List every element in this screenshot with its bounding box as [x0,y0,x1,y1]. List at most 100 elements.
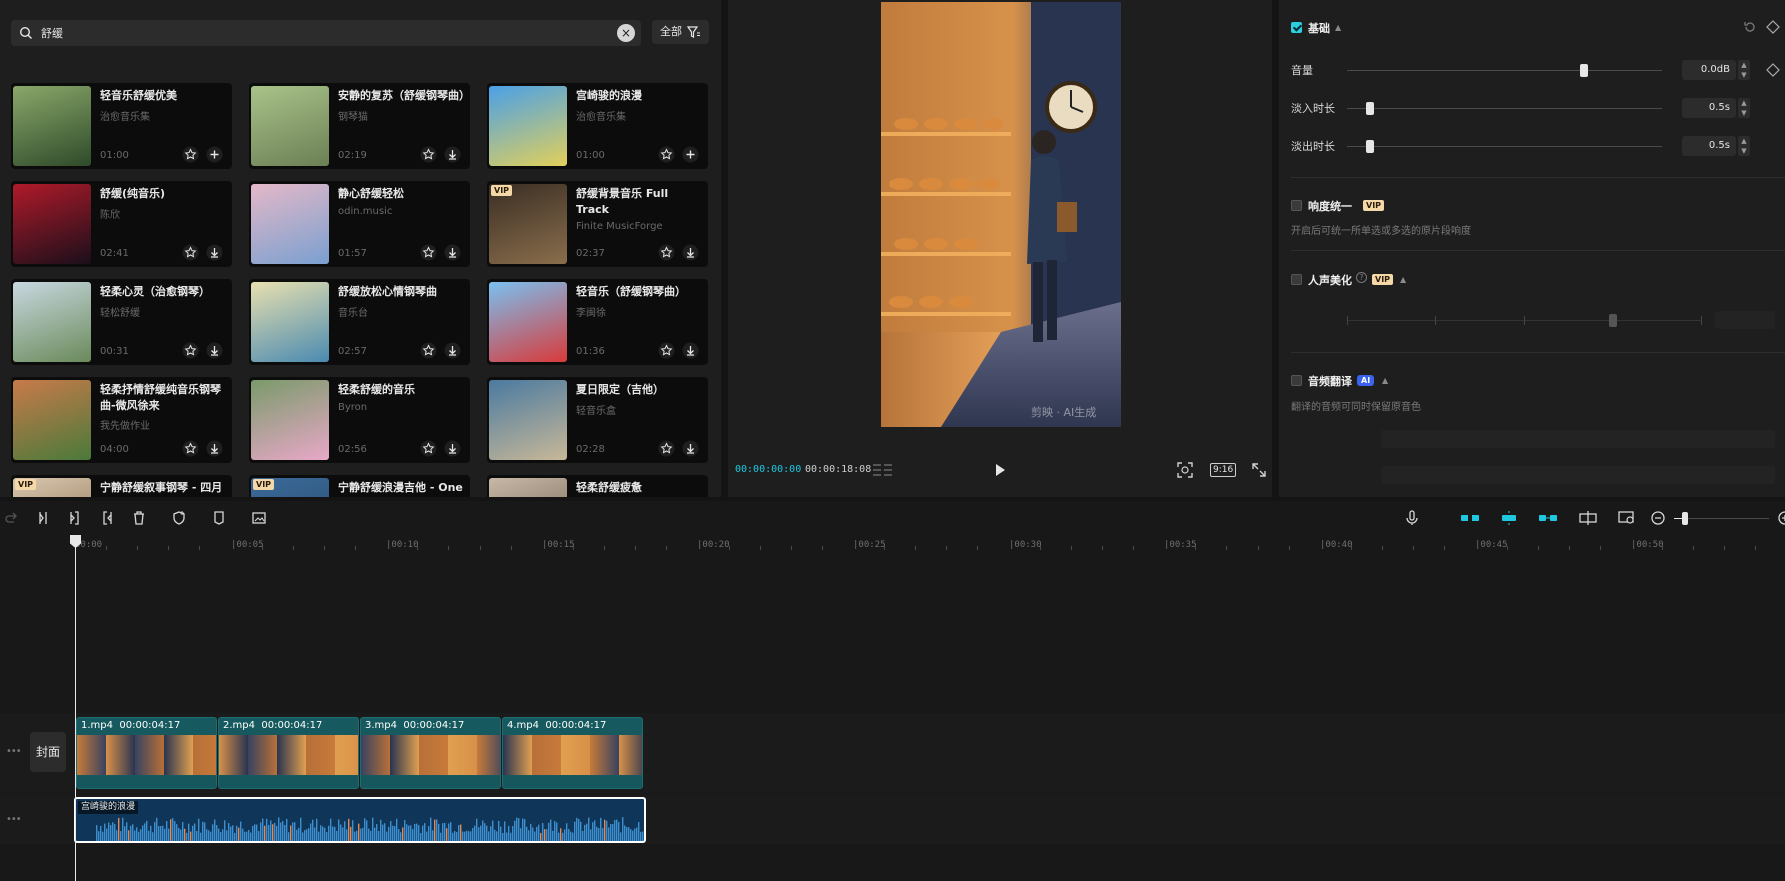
preview-axis-icon[interactable] [1578,510,1598,526]
audio-translate-checkbox[interactable] [1291,375,1302,386]
aspect-ratio-button[interactable]: 9:16 [1210,463,1237,477]
time-ruler[interactable]: 00:00 |00:05 |00:10 |00:15 |00:20 |00:25 |00:3… [75,537,1785,555]
music-card[interactable]: VIP 舒缓背景音乐 Full Track Finite MusicForge 02:… [487,181,708,267]
volume-slider[interactable] [1347,64,1662,77]
music-card[interactable]: 安静的复苏（舒缓钢琴曲） 钢琴猫 02:19 [249,83,470,169]
cover-thumbnail[interactable] [251,184,329,264]
cover-thumbnail[interactable] [489,478,567,497]
favorite-star-icon[interactable] [182,146,199,163]
track-menu-icon[interactable]: ••• [6,746,22,757]
music-card[interactable]: 舒缓(纯音乐) 陈欣 02:41 [11,181,232,267]
zoom-in-icon[interactable] [1777,510,1785,526]
image-edit-icon[interactable] [251,510,267,526]
fade-in-slider[interactable] [1347,102,1662,115]
music-card[interactable]: 夏日限定（吉他） 轻音乐盒 02:28 [487,377,708,463]
video-clip[interactable]: 1.mp4 00:00:04:17 [76,717,217,789]
audio-clip[interactable]: 宫崎骏的浪漫 [74,797,646,843]
download-icon[interactable] [682,342,699,359]
loudness-checkbox[interactable] [1291,200,1302,211]
cover-thumbnail[interactable] [251,282,329,362]
basic-checkbox[interactable] [1291,22,1302,33]
cover-thumbnail[interactable] [489,184,567,264]
music-card[interactable]: VIP 宁静舒缓叙事钢琴 - 四月 [11,475,232,497]
linkage-icon[interactable] [1538,510,1558,526]
voice-beautify-checkbox[interactable] [1291,274,1302,285]
collapse-caret-icon[interactable]: ▲ [1382,376,1388,385]
volume-stepper[interactable]: ▲ ▼ [1738,60,1750,80]
music-card[interactable]: 轻柔舒缓的音乐 Byron 02:56 [249,377,470,463]
zoom-fit-icon[interactable] [1618,510,1636,526]
cover-thumbnail[interactable] [489,380,567,460]
cover-thumbnail[interactable] [13,184,91,264]
video-preview[interactable]: 剪映 · AI生成 [881,2,1121,427]
track-menu-icon[interactable]: ••• [6,814,22,825]
download-icon[interactable] [206,244,223,261]
fade-out-value[interactable]: 0.5s [1682,136,1736,156]
marker-icon[interactable] [211,510,227,526]
shield-add-icon[interactable] [171,510,187,526]
favorite-star-icon[interactable] [182,342,199,359]
volume-value[interactable]: 0.0dB [1682,60,1736,80]
volume-slider-knob[interactable] [1580,64,1588,77]
redo-icon[interactable] [3,510,19,526]
trim-left-icon[interactable] [67,510,83,526]
playhead[interactable] [75,536,76,881]
fullscreen-icon[interactable] [1250,461,1268,479]
music-card[interactable]: 轻柔抒情舒缓纯音乐钢琴曲-微风徐来 我先做作业 04:00 [11,377,232,463]
favorite-star-icon[interactable] [182,440,199,457]
cover-thumbnail[interactable] [13,86,91,166]
download-icon[interactable] [682,440,699,457]
download-icon[interactable] [206,342,223,359]
fade-out-slider[interactable] [1347,140,1662,153]
favorite-star-icon[interactable] [420,440,437,457]
cover-thumbnail[interactable] [13,282,91,362]
volume-keyframe-icon[interactable] [1766,63,1780,77]
music-card[interactable]: 宫崎骏的浪漫 治愈音乐集 01:00 [487,83,708,169]
download-icon[interactable] [444,440,461,457]
zoom-out-icon[interactable] [1650,510,1666,526]
cover-thumbnail[interactable] [251,86,329,166]
clear-search-button[interactable]: × [617,24,635,42]
fade-out-slider-knob[interactable] [1366,140,1374,153]
fade-in-slider-knob[interactable] [1366,102,1374,115]
microphone-icon[interactable] [1404,510,1420,526]
search-input[interactable] [41,23,601,43]
cover-thumbnail[interactable] [13,380,91,460]
music-card[interactable]: 静心舒缓轻松 odin.music 01:57 [249,181,470,267]
music-card[interactable]: 舒缓放松心情钢琴曲 音乐台 02:57 [249,279,470,365]
favorite-star-icon[interactable] [658,440,675,457]
auto-snap-icon[interactable] [1499,510,1519,526]
music-card[interactable]: 轻柔心灵（治愈钢琴） 轻松舒缓 00:31 [11,279,232,365]
favorite-star-icon[interactable] [420,146,437,163]
music-card[interactable]: 轻柔舒缓疲惫 [487,475,708,497]
download-icon[interactable] [444,146,461,163]
search-bar[interactable]: × [11,20,641,46]
collapse-caret-icon[interactable]: ▲ [1400,275,1406,284]
chapters-icon[interactable] [873,463,895,477]
favorite-star-icon[interactable] [420,342,437,359]
play-icon[interactable] [992,462,1008,478]
fade-in-stepper[interactable]: ▲ ▼ [1738,98,1750,118]
add-icon[interactable] [206,146,223,163]
music-card[interactable]: 轻音乐（舒缓钢琴曲） 李闽徐 01:36 [487,279,708,365]
delete-icon[interactable] [131,510,147,526]
filter-button[interactable]: 全部 [652,20,709,44]
download-icon[interactable] [206,440,223,457]
favorite-star-icon[interactable] [182,244,199,261]
collapse-caret-icon[interactable]: ▲ [1335,23,1341,32]
zoom-slider-knob[interactable] [1682,512,1688,525]
music-card[interactable]: 轻音乐舒缓优美 治愈音乐集 01:00 [11,83,232,169]
cover-thumbnail[interactable] [251,380,329,460]
cover-button[interactable]: 封面 [30,732,66,772]
music-card[interactable]: VIP 宁静舒缓浪漫吉他 - One [249,475,470,497]
keyframe-diamond-icon[interactable] [1766,20,1780,34]
video-clip[interactable]: 2.mp4 00:00:04:17 [218,717,359,789]
reset-icon[interactable] [1743,20,1757,34]
cover-thumbnail[interactable] [489,282,567,362]
add-icon[interactable] [682,146,699,163]
download-icon[interactable] [444,244,461,261]
favorite-star-icon[interactable] [658,146,675,163]
zoom-slider[interactable] [1674,512,1769,525]
help-icon[interactable]: ? [1356,272,1367,283]
download-icon[interactable] [682,244,699,261]
